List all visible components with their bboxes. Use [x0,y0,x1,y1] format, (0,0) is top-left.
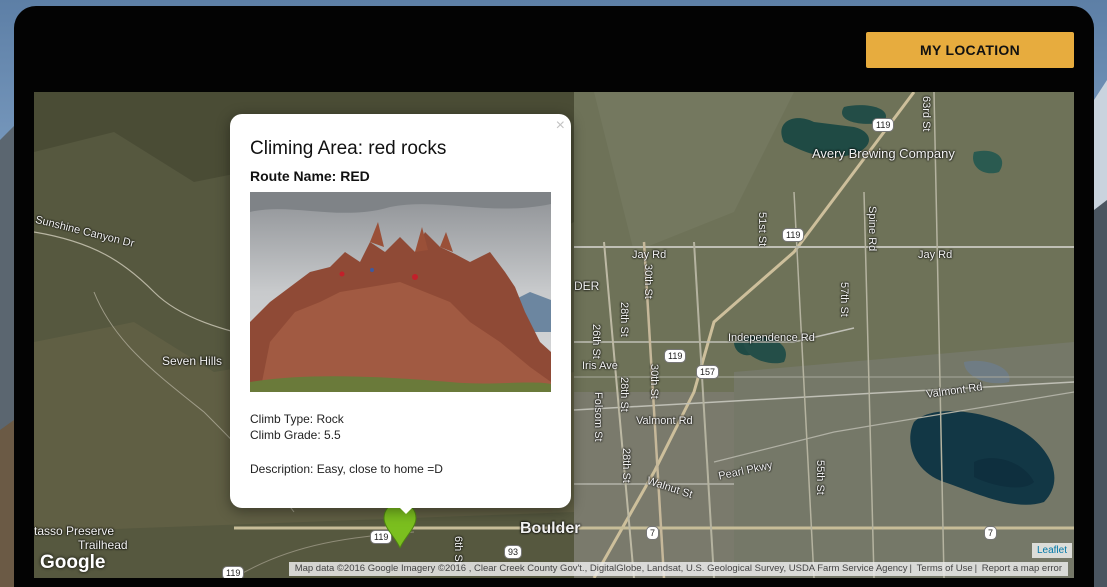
map-label: Folsom St [592,392,604,442]
terms-link[interactable]: Terms of Use [917,563,973,574]
map-label: 28th St [618,302,630,337]
satellite-map[interactable]: Sunshine Canyon Dr Seven Hills Avery Bre… [34,92,1074,578]
map-label: Jay Rd [918,249,953,261]
app-panel: MY LOCATION Sunshine Canyon Dr Seven Hil… [14,6,1094,587]
route-shield: 119 [664,349,687,363]
map-label: tasso Preserve [34,524,115,538]
map-label: DER [574,279,600,293]
map-attribution: Map data ©2016 Google Imagery ©2016 , Cl… [288,562,1068,576]
map-label: 26th St [590,324,602,359]
map-data-text: Map data ©2016 Google Imagery ©2016 , Cl… [294,563,908,574]
route-shield: 7 [984,526,998,540]
google-logo: Google [40,552,106,573]
map-label: 63rd St [920,96,932,132]
climb-description: Description: Easy, close to home =D [250,462,443,476]
map-label: 51st St [756,212,768,247]
map-label: Avery Brewing Company [812,146,955,161]
map-label: Iris Ave [582,360,618,372]
climb-popup: × Climing Area: red rocks Route Name: RE… [230,114,571,508]
close-icon[interactable]: × [556,118,565,134]
leaflet-link[interactable]: Leaflet [1031,543,1072,558]
map-label: Valmont Rd [636,415,693,427]
route-shield: 119 [782,228,805,242]
climb-photo [250,192,551,392]
route-shield: 93 [504,545,523,559]
map-label: 28th St [618,377,630,412]
climb-grade: Climb Grade: 5.5 [250,428,341,442]
map-label: Spine Rd [866,206,878,252]
route-shield: 7 [646,526,660,540]
my-location-button[interactable]: MY LOCATION [866,32,1074,68]
report-error-link[interactable]: Report a map error [982,563,1062,574]
route-shield: 119 [872,118,895,132]
map-label: 30th St [642,264,654,299]
map-label: 57th St [838,282,850,317]
climb-type: Climb Type: Rock [250,412,344,426]
route-shield: 119 [222,566,245,578]
map-label: 30th St [648,364,660,399]
map-label: Seven Hills [162,354,223,368]
map-label: Jay Rd [632,249,667,261]
route-shield: 157 [696,365,720,379]
map-label: Independence Rd [728,332,815,344]
route-name: Route Name: RED [250,168,370,184]
climbing-area-title: Climing Area: red rocks [250,138,447,159]
popup-tip [396,504,416,514]
map-label: Trailhead [78,538,128,552]
map-label: 55th St [814,460,826,495]
map-label: Boulder [520,520,581,537]
map-label: 28th St [620,448,632,483]
map-label: 6th St [452,536,464,565]
